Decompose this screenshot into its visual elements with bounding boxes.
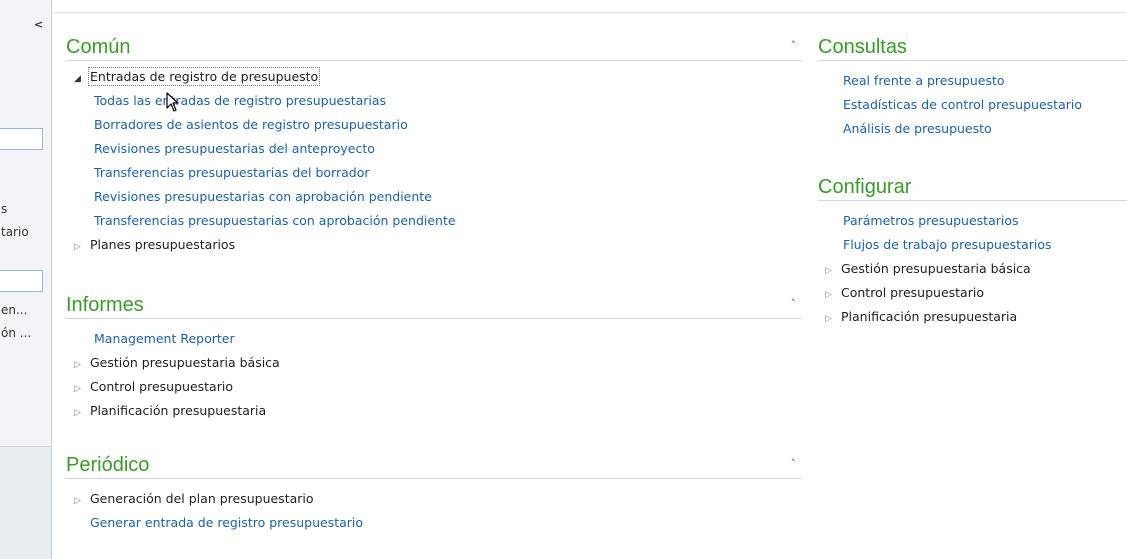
tree-node-entradas[interactable]: ◢ Entradas de registro de presupuesto	[66, 65, 802, 89]
link-label[interactable]: Revisiones presupuestarias con aprobació…	[94, 189, 432, 204]
collapsed-arrow-icon[interactable]: ▷	[74, 377, 90, 401]
collapsed-arrow-icon[interactable]: ▷	[74, 489, 90, 513]
group-title: Periódico	[66, 454, 150, 476]
collapse-group-icon[interactable]: ˄	[791, 39, 797, 52]
tree-node-planes[interactable]: ▷ Planes presupuestarios	[66, 233, 802, 257]
top-divider	[52, 12, 1127, 13]
collapsed-arrow-icon[interactable]: ▷	[825, 307, 841, 331]
link-label[interactable]: Transferencias presupuestarias con aprob…	[94, 213, 456, 228]
link-item[interactable]: Parámetros presupuestarios	[818, 209, 1127, 233]
collapse-group-icon[interactable]: ˄	[791, 457, 797, 470]
link-item[interactable]: Management Reporter	[66, 327, 802, 351]
link-label[interactable]: Análisis de presupuesto	[843, 121, 992, 136]
group-consultas: Consultas Real frente a presupuesto Esta…	[818, 34, 1127, 141]
collapsed-arrow-icon[interactable]: ▷	[825, 259, 841, 283]
tree-node-label[interactable]: Control presupuestario	[90, 379, 233, 394]
group-header: Común ˄	[66, 34, 802, 61]
link-item[interactable]: Borradores de asientos de registro presu…	[66, 113, 802, 137]
tree-node[interactable]: ▷ Control presupuestario	[818, 281, 1127, 305]
link-label[interactable]: Transferencias presupuestarias del borra…	[94, 165, 370, 180]
tree-node[interactable]: ▷ Generación del plan presupuestario	[66, 487, 802, 511]
group-informes: Informes ˄ Management Reporter ▷ Gestión …	[66, 292, 802, 423]
group-title: Común	[66, 36, 131, 58]
expanded-arrow-icon[interactable]: ◢	[74, 67, 90, 91]
link-label[interactable]: Parámetros presupuestarios	[843, 213, 1019, 228]
group-header: Periódico ˄	[66, 452, 802, 479]
group-header: Consultas	[818, 34, 1127, 61]
tree-node[interactable]: ▷ Planificación presupuestaria	[818, 305, 1127, 329]
group-title: Configurar	[818, 176, 912, 198]
group-header: Informes ˄	[66, 292, 802, 319]
group-title: Consultas	[818, 36, 907, 58]
mouse-cursor-icon	[166, 92, 179, 112]
nav-item-truncated[interactable]: en...	[1, 303, 27, 317]
collapsed-arrow-icon[interactable]: ▷	[74, 401, 90, 425]
link-item[interactable]: Generar entrada de registro presupuestar…	[66, 511, 802, 535]
link-label[interactable]: Management Reporter	[94, 331, 235, 346]
collapsed-arrow-icon[interactable]: ▷	[825, 283, 841, 307]
tree-node[interactable]: ▷ Gestión presupuestaria básica	[818, 257, 1127, 281]
tree-node-label[interactable]: Gestión presupuestaria básica	[841, 261, 1031, 276]
tree-node[interactable]: ▷ Gestión presupuestaria básica	[66, 351, 802, 375]
nav-item-truncated[interactable]: tario	[1, 225, 29, 239]
tree-node-label[interactable]: Planes presupuestarios	[90, 237, 235, 252]
tree-node-label[interactable]: Control presupuestario	[841, 285, 984, 300]
link-label[interactable]: Flujos de trabajo presupuestarios	[843, 237, 1052, 252]
link-label[interactable]: Borradores de asientos de registro presu…	[94, 117, 408, 132]
link-item[interactable]: Transferencias presupuestarias con aprob…	[66, 209, 802, 233]
group-periodico: Periódico ˄ ▷ Generación del plan presupu…	[66, 452, 802, 535]
group-header: Configurar	[818, 174, 1127, 201]
collapse-nav-icon[interactable]: <	[34, 18, 43, 31]
nav-item-truncated[interactable]: ón ...	[1, 326, 31, 340]
navigation-pane: < s tario en... ón ...	[0, 0, 52, 559]
link-label[interactable]: Estadísticas de control presupuestario	[843, 97, 1082, 112]
group-configurar: Configurar Parámetros presupuestarios Fl…	[818, 174, 1127, 329]
group-comun: Común ˄ ◢ Entradas de registro de presupu…	[66, 34, 802, 257]
link-label[interactable]: Revisiones presupuestarias del anteproye…	[94, 141, 375, 156]
nav-filter-box[interactable]	[0, 270, 43, 292]
nav-item-truncated[interactable]: s	[1, 202, 7, 216]
link-label[interactable]: Generar entrada de registro presupuestar…	[90, 515, 363, 530]
tree-node[interactable]: ▷ Control presupuestario	[66, 375, 802, 399]
collapse-group-icon[interactable]: ˄	[791, 297, 797, 310]
nav-search-box[interactable]	[0, 128, 43, 150]
tree-node-label[interactable]: Generación del plan presupuestario	[90, 491, 314, 506]
link-item[interactable]: Análisis de presupuesto	[818, 117, 1127, 141]
group-title: Informes	[66, 294, 144, 316]
tree-node-label[interactable]: Gestión presupuestaria básica	[90, 355, 280, 370]
nav-bottom-panel	[0, 447, 51, 559]
link-item[interactable]: Estadísticas de control presupuestario	[818, 93, 1127, 117]
tree-node[interactable]: ▷ Planificación presupuestaria	[66, 399, 802, 423]
link-label[interactable]: Real frente a presupuesto	[843, 73, 1005, 88]
collapsed-arrow-icon[interactable]: ▷	[74, 235, 90, 259]
tree-node-label[interactable]: Planificación presupuestaria	[841, 309, 1017, 324]
link-label[interactable]: Todas las entradas de registro presupues…	[94, 93, 386, 108]
tree-node-label[interactable]: Entradas de registro de presupuesto	[87, 67, 321, 86]
collapsed-arrow-icon[interactable]: ▷	[74, 353, 90, 377]
link-item[interactable]: Flujos de trabajo presupuestarios	[818, 233, 1127, 257]
link-item[interactable]: Real frente a presupuesto	[818, 69, 1127, 93]
link-item[interactable]: Transferencias presupuestarias del borra…	[66, 161, 802, 185]
link-item[interactable]: Revisiones presupuestarias del anteproye…	[66, 137, 802, 161]
tree-node-label[interactable]: Planificación presupuestaria	[90, 403, 266, 418]
link-item[interactable]: Revisiones presupuestarias con aprobació…	[66, 185, 802, 209]
